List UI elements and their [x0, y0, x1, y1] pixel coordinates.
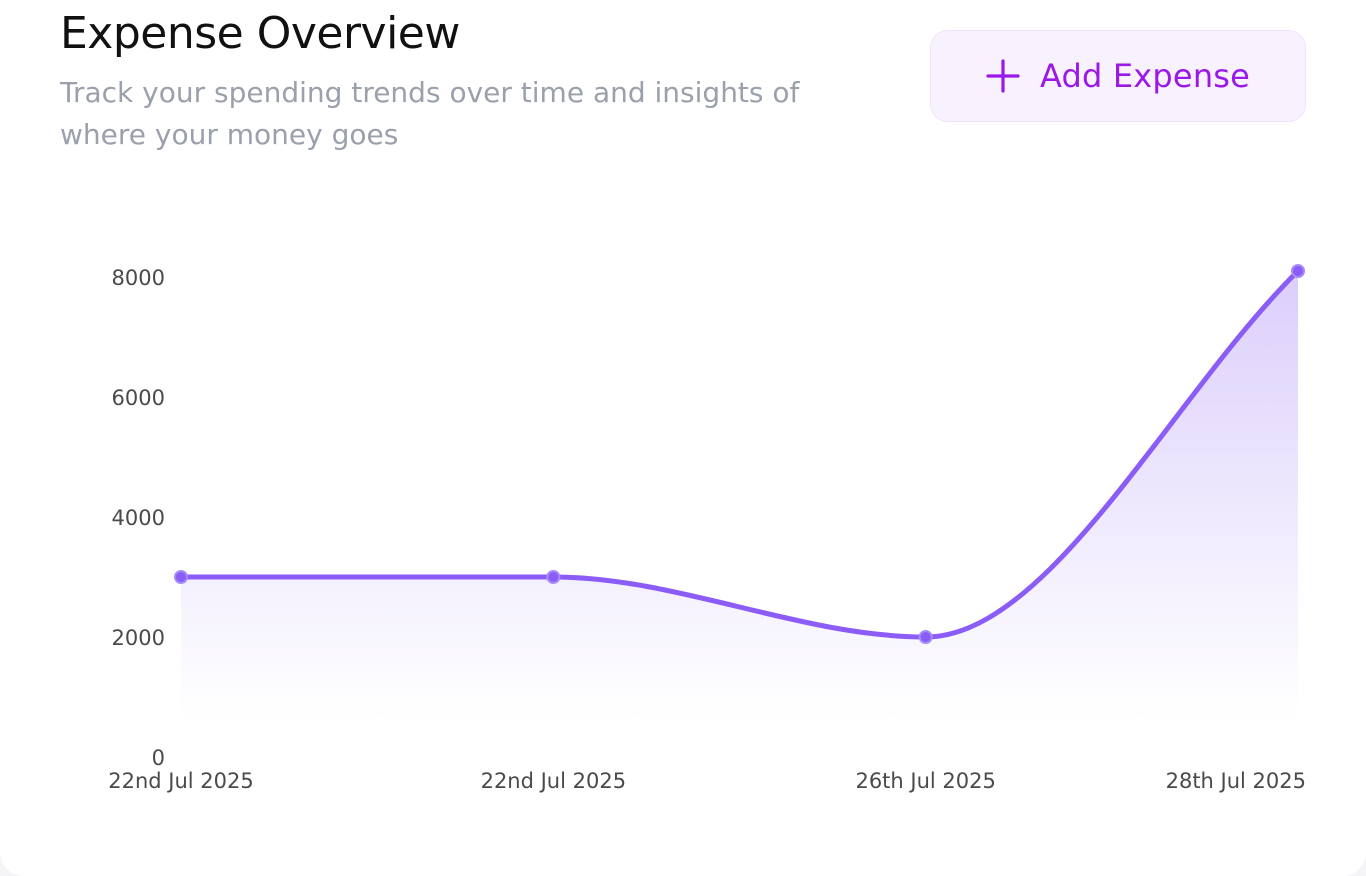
y-tick-label: 8000 — [112, 266, 165, 290]
y-tick-label: 4000 — [112, 506, 165, 530]
data-point-4[interactable] — [1291, 264, 1305, 278]
y-tick-label: 6000 — [112, 386, 165, 410]
x-tick-label: 22nd Jul 2025 — [108, 769, 254, 793]
data-point-3[interactable] — [918, 630, 933, 644]
x-tick-label: 26th Jul 2025 — [855, 769, 995, 793]
data-point-2[interactable] — [546, 570, 561, 584]
x-axis: 22nd Jul 2025 22nd Jul 2025 26th Jul 2025 2… — [108, 769, 1306, 793]
expense-line-chart: 02000400060008000 22nd Jul 2025 22nd Jul … — [108, 264, 1306, 793]
chart-area — [181, 271, 1298, 720]
y-tick-label: 0 — [152, 746, 165, 770]
x-tick-label: 22nd Jul 2025 — [481, 769, 627, 793]
data-point-1[interactable] — [174, 570, 188, 584]
y-axis: 0 2000 4000 6000 8000 — [112, 266, 165, 770]
y-tick-label: 2000 — [112, 626, 165, 650]
x-tick-label: 28th Jul 2025 — [1166, 769, 1306, 793]
